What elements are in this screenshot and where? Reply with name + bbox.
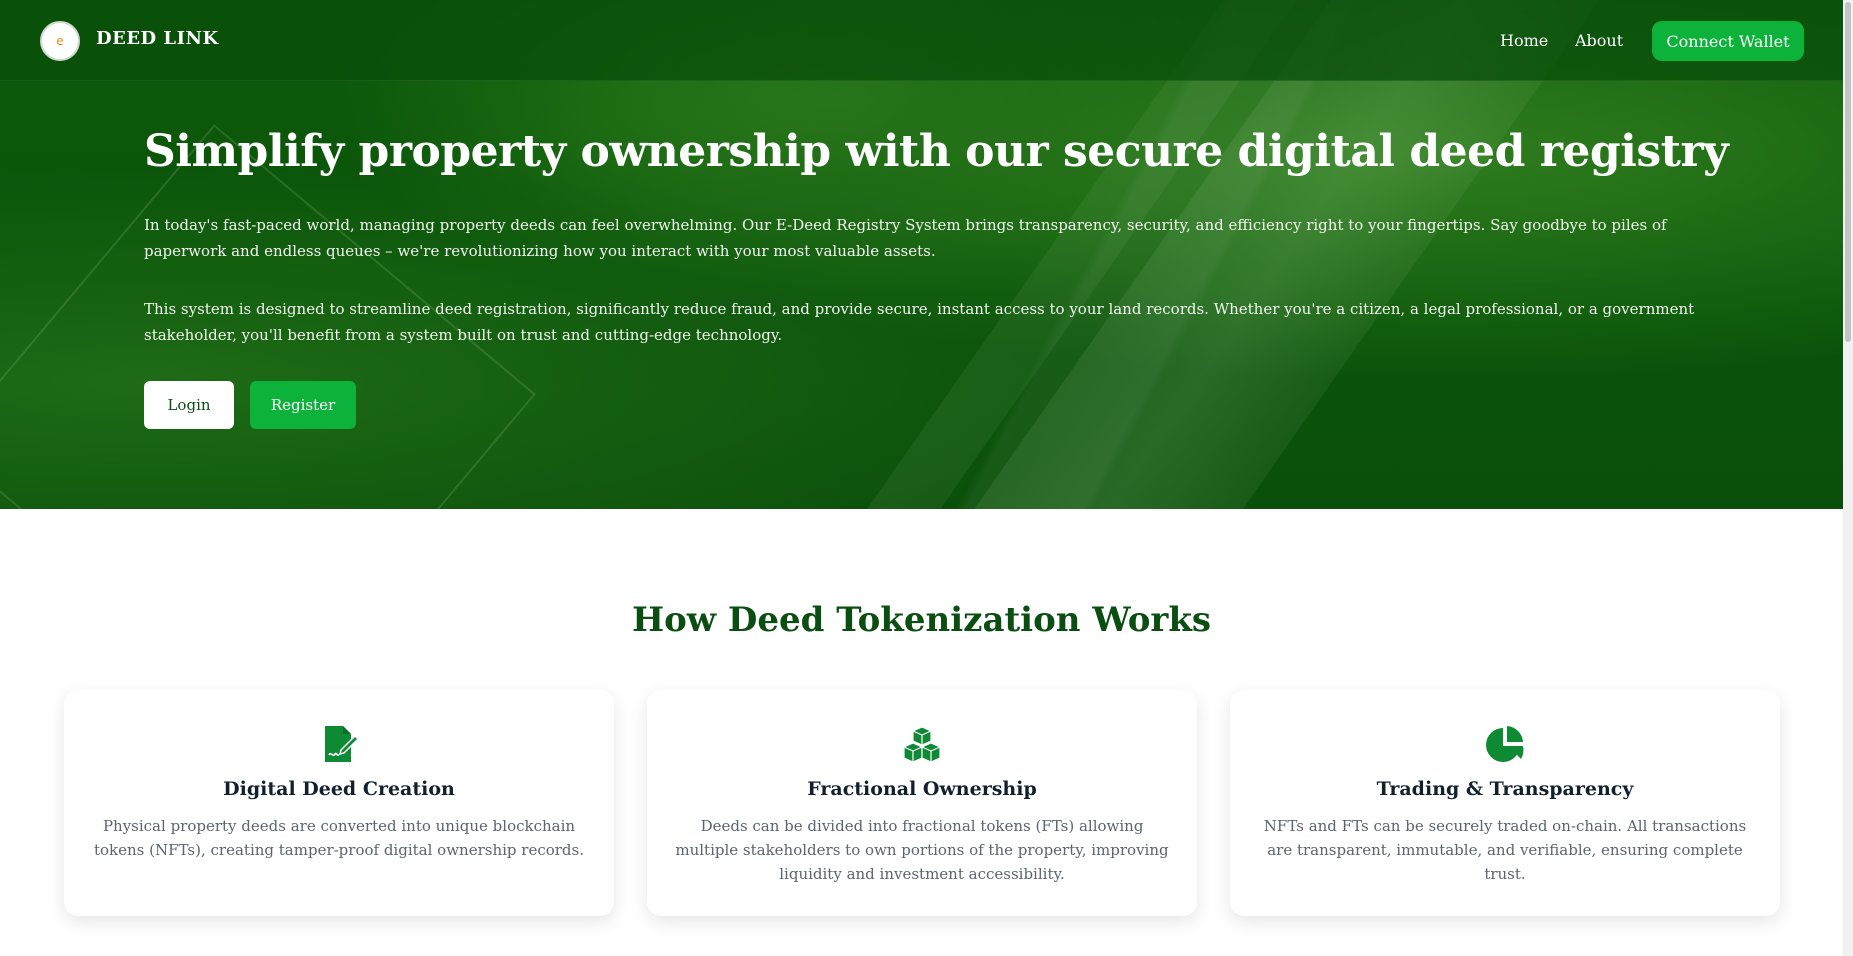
feature-card-digital-deed: Digital Deed Creation Physical property … <box>64 690 614 916</box>
nav-about-link[interactable]: About <box>1575 31 1623 50</box>
file-signature-icon <box>325 726 359 762</box>
scrollbar-thumb[interactable] <box>1845 2 1851 342</box>
hero-title: Simplify property ownership with our sec… <box>144 126 1729 177</box>
card-description: Physical property deeds are converted in… <box>93 817 584 859</box>
hero-paragraph-details: This system is designed to streamline de… <box>144 300 1695 344</box>
card-description: Deeds can be divided into fractional tok… <box>675 817 1169 883</box>
brand-name[interactable]: DEED LINK <box>96 28 219 49</box>
pie-chart-icon <box>1486 726 1524 762</box>
hero-section: e DEED LINK Home About Connect Wallet Si… <box>0 0 1843 509</box>
card-title: Digital Deed Creation <box>223 778 455 800</box>
card-description: NFTs and FTs can be securely traded on-c… <box>1263 817 1747 883</box>
feature-card-trading: Trading & Transparency NFTs and FTs can … <box>1230 690 1780 916</box>
feature-card-fractional: Fractional Ownership Deeds can be divide… <box>647 690 1197 916</box>
login-button[interactable]: Login <box>144 381 234 429</box>
card-title: Trading & Transparency <box>1376 778 1634 800</box>
logo-icon[interactable]: e <box>40 21 80 61</box>
cubes-icon <box>903 726 941 763</box>
top-navbar: e DEED LINK Home About Connect Wallet <box>0 0 1843 81</box>
how-it-works-title: How Deed Tokenization Works <box>631 600 1212 640</box>
card-title: Fractional Ownership <box>807 778 1037 800</box>
logo-mark: e <box>56 34 64 48</box>
connect-wallet-button[interactable]: Connect Wallet <box>1652 21 1804 61</box>
hero-paragraph-intro: In today's fast-paced world, managing pr… <box>144 216 1667 260</box>
nav-home-link[interactable]: Home <box>1500 31 1548 50</box>
register-button[interactable]: Register <box>250 381 356 429</box>
